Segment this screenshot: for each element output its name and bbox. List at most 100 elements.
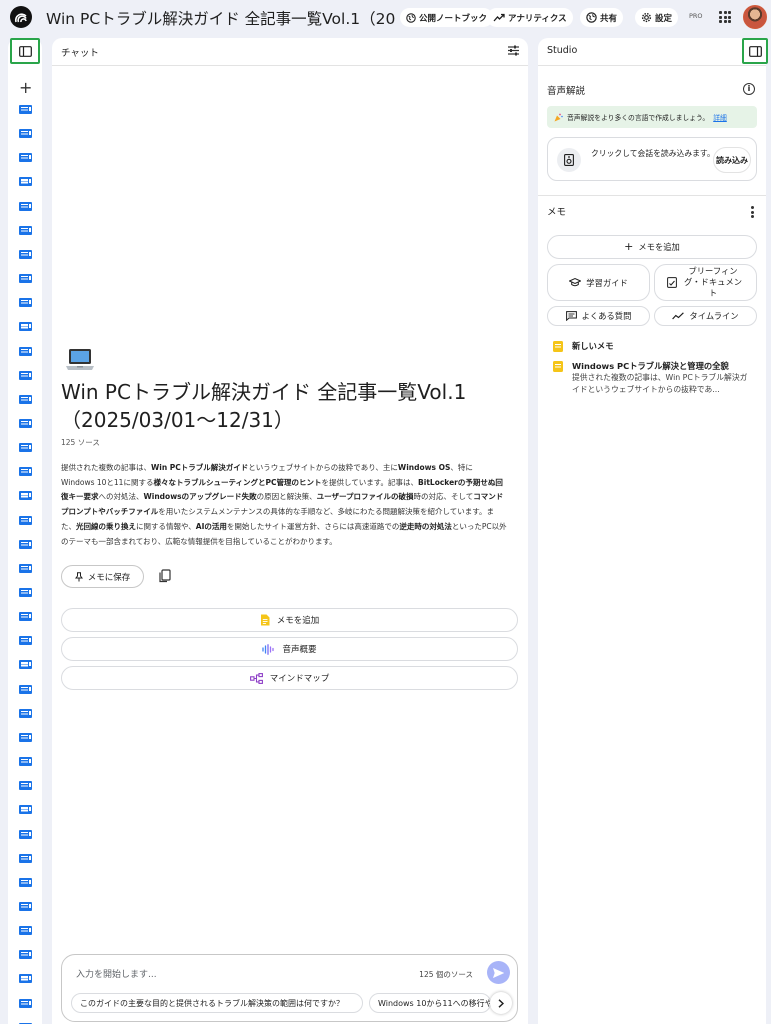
source-icon[interactable] xyxy=(19,201,32,211)
studio-add-memo-label: メモを追加 xyxy=(638,242,680,252)
mind-map-icon xyxy=(249,672,263,684)
analytics-button[interactable]: アナリティクス xyxy=(487,8,573,27)
source-icon[interactable] xyxy=(19,805,32,815)
chat-input[interactable]: 入力を開始します... xyxy=(76,967,157,980)
laptop-emoji-icon xyxy=(66,348,94,372)
next-suggestions-button[interactable] xyxy=(490,992,512,1014)
more-options-icon[interactable] xyxy=(751,206,754,220)
add-memo-button[interactable]: メモを追加 xyxy=(61,608,518,632)
chat-panel: チャット Win PCトラブル解決ガイド 全記事一覧Vol.1（2025/03/… xyxy=(52,38,528,1024)
source-icon[interactable] xyxy=(19,249,32,259)
source-icon[interactable] xyxy=(19,636,32,646)
note-item-1[interactable]: 新しいメモ xyxy=(553,340,753,354)
mind-map-button[interactable]: マインドマップ xyxy=(61,666,518,690)
note-item-2[interactable]: Windows PCトラブル解決と管理の全貌 提供された複数の記事は、Win P… xyxy=(553,360,753,398)
notebooklm-logo-icon[interactable] xyxy=(10,6,32,28)
plus-icon: + xyxy=(624,240,634,253)
collapse-studio-button[interactable] xyxy=(742,38,768,64)
mind-map-label: マインドマップ xyxy=(269,674,330,684)
notebook-title[interactable]: Win PCトラブル解決ガイド 全記事一覧Vol.1（2025/03/01〜 xyxy=(46,7,396,29)
source-icon[interactable] xyxy=(19,274,32,284)
source-icon[interactable] xyxy=(19,105,32,114)
source-icon[interactable] xyxy=(19,418,32,428)
source-icon[interactable] xyxy=(19,757,32,767)
public-notebook-button[interactable]: 公開ノートブック xyxy=(400,8,494,27)
studio-add-memo-button[interactable]: + メモを追加 xyxy=(547,235,757,259)
source-icon[interactable] xyxy=(19,708,32,718)
source-icon[interactable] xyxy=(19,394,32,404)
copy-icon[interactable] xyxy=(157,568,173,584)
summary-keyword: 様々なトラブルシューティングとPC管理のヒント xyxy=(153,477,322,487)
source-icon[interactable] xyxy=(19,974,32,984)
source-icon[interactable] xyxy=(19,346,32,356)
avatar[interactable] xyxy=(743,5,767,29)
pin-icon xyxy=(74,571,83,581)
audio-section-title: 音声解説 xyxy=(547,86,586,97)
summary-keyword: Win PCトラブル解決ガイド xyxy=(151,463,249,472)
source-icon[interactable] xyxy=(19,491,32,501)
source-icon[interactable] xyxy=(19,467,32,477)
save-to-memo-button[interactable]: メモに保存 xyxy=(61,565,144,588)
summary-text: の原因と解決策、 xyxy=(256,492,317,502)
source-icon[interactable] xyxy=(19,225,32,235)
source-icon[interactable] xyxy=(19,322,32,332)
load-audio-button[interactable]: 読み込み xyxy=(713,147,751,173)
language-banner: 音声解説をより多くの言語で作成しましょう。 詳細 xyxy=(547,106,757,128)
summary-keyword: Windows OS xyxy=(397,463,451,472)
summary-keyword: ユーザープロファイルの破損 xyxy=(316,492,414,502)
settings-label: 設定 xyxy=(655,13,673,24)
speaker-icon xyxy=(557,148,581,172)
note-icon xyxy=(553,361,563,372)
source-icon[interactable] xyxy=(19,901,32,911)
save-to-memo-label: メモに保存 xyxy=(87,572,131,583)
public-notebook-label: 公開ノートブック xyxy=(419,13,488,24)
source-icon[interactable] xyxy=(19,539,32,549)
source-icon[interactable] xyxy=(19,950,32,960)
chevron-right-icon xyxy=(498,998,504,1008)
studio-panel: Studio 音声解説 i 音声解説をより多くの言語で作成しましょう。 詳細 クリ… xyxy=(538,38,768,1024)
tune-icon[interactable] xyxy=(507,44,520,57)
globe-icon xyxy=(586,12,597,23)
notebook-heading: Win PCトラブル解決ガイド 全記事一覧Vol.1（2025/03/01〜12… xyxy=(61,380,467,432)
collapse-sources-button[interactable] xyxy=(10,38,40,64)
source-icon[interactable] xyxy=(19,877,32,887)
study-guide-button[interactable]: 学習ガイド xyxy=(547,264,650,301)
apps-grid-icon[interactable] xyxy=(719,11,731,23)
pro-badge: PRO xyxy=(689,12,703,20)
source-icon[interactable] xyxy=(19,177,32,187)
source-icon[interactable] xyxy=(19,732,32,742)
source-icon[interactable] xyxy=(19,298,32,308)
info-icon[interactable]: i xyxy=(743,83,755,95)
settings-button[interactable]: 設定 xyxy=(635,8,679,27)
source-icon[interactable] xyxy=(19,515,32,525)
source-icon[interactable] xyxy=(19,443,32,453)
source-icon[interactable] xyxy=(19,660,32,670)
source-icon[interactable] xyxy=(19,853,32,863)
note-title: Windows PCトラブル解決と管理の全貌 xyxy=(572,361,729,371)
document-icon xyxy=(667,277,677,288)
source-icon[interactable] xyxy=(19,153,32,163)
source-icon[interactable] xyxy=(19,781,32,791)
suggestion-chip-1[interactable]: このガイドの主要な目的と提供されるトラブル解決策の範囲は何ですか？ xyxy=(71,993,363,1013)
share-button[interactable]: 共有 xyxy=(580,8,624,27)
summary-text: 提供された複数の記事は、 xyxy=(61,463,151,472)
source-icon[interactable] xyxy=(19,129,32,139)
source-icon[interactable] xyxy=(19,829,32,839)
source-icon[interactable] xyxy=(19,563,32,573)
send-button[interactable] xyxy=(487,961,510,984)
faq-button[interactable]: よくある質問 xyxy=(547,306,650,326)
source-icon[interactable] xyxy=(19,370,32,380)
summary-keyword: Windowsのアップグレード失敗 xyxy=(143,492,257,502)
source-icon[interactable] xyxy=(19,926,32,936)
source-icon[interactable] xyxy=(19,612,32,622)
timeline-button[interactable]: タイムライン xyxy=(654,306,757,326)
banner-details-link[interactable]: 詳細 xyxy=(713,112,727,122)
add-source-button[interactable]: + xyxy=(19,80,32,96)
source-icon[interactable] xyxy=(19,998,32,1008)
audio-overview-button[interactable]: 音声概要 xyxy=(61,637,518,661)
suggestion-chip-2[interactable]: Windows 10から11への移行や xyxy=(369,993,491,1013)
briefing-doc-button[interactable]: ブリーフィング・ドキュメント xyxy=(654,264,757,301)
share-label: 共有 xyxy=(600,13,618,24)
source-icon[interactable] xyxy=(19,588,32,597)
source-icon[interactable] xyxy=(19,684,32,694)
